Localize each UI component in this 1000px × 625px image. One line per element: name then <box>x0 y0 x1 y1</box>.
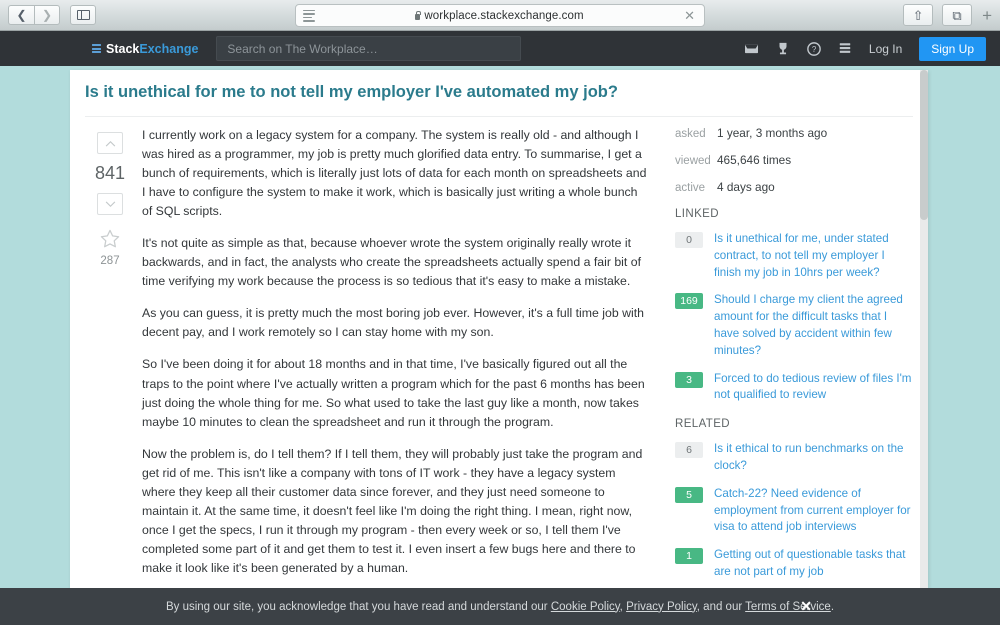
share-button[interactable]: ⇧ <box>903 4 934 26</box>
back-button[interactable]: ❮ <box>8 5 34 25</box>
list-item[interactable]: 3 Forced to do tedious review of files I… <box>675 371 913 405</box>
linked-question-link[interactable]: Should I charge my client the agreed amo… <box>714 292 913 359</box>
score-badge: 0 <box>675 232 703 248</box>
score-badge: 1 <box>675 548 703 565</box>
question-paragraph: It's not quite as simple as that, becaus… <box>142 236 641 289</box>
stat-label: active <box>675 182 706 194</box>
tabs-icon: ⧉ <box>952 7 962 23</box>
site-switcher-icon[interactable] <box>838 42 852 55</box>
linked-question-link[interactable]: Is it unethical for me, under stated con… <box>714 231 913 281</box>
cookie-sep: , and our <box>696 600 746 613</box>
sidebar-toggle-button[interactable] <box>70 5 96 25</box>
cookie-prefix: By using our site, you acknowledge that … <box>165 600 551 613</box>
trophy-icon[interactable] <box>776 42 790 56</box>
stat-label: viewed <box>675 155 711 167</box>
stat-value: 1 year, 3 months ago <box>717 126 828 140</box>
signup-button[interactable]: Sign Up <box>919 36 986 61</box>
upvote-button[interactable] <box>97 132 123 154</box>
star-outline-icon <box>100 229 120 248</box>
favorite-button[interactable] <box>100 229 120 252</box>
search-placeholder: Search on The Workplace… <box>227 41 378 56</box>
score-badge: 6 <box>675 442 703 459</box>
related-heading: RELATED <box>675 418 730 431</box>
downvote-button[interactable] <box>97 193 123 215</box>
stackexchange-logo[interactable]: Stack Exchange <box>92 42 198 56</box>
list-item[interactable]: 169 Should I charge my client the agreed… <box>675 292 913 359</box>
topbar-actions: ? Log In Sign Up <box>744 36 986 61</box>
related-question-link[interactable]: Getting out of questionable tasks that a… <box>714 547 913 581</box>
question-main: 841 287 I currently work on a legacy sys… <box>85 126 670 589</box>
chevron-down-icon <box>105 200 115 207</box>
chevron-up-icon <box>105 140 115 147</box>
score-badge: 3 <box>675 371 703 388</box>
chevron-right-icon: ❯ <box>41 8 53 22</box>
question-paragraph: I currently work on a legacy system for … <box>142 128 647 219</box>
address-bar[interactable]: workplace.stackexchange.com ✕ <box>295 4 705 27</box>
question-page: Is it unethical for me to not tell my em… <box>70 70 928 589</box>
question-paragraph: Now the problem is, do I tell them? If I… <box>142 446 643 575</box>
terms-of-service-link[interactable]: Terms of Service <box>745 601 831 613</box>
reader-view-icon[interactable] <box>303 9 315 22</box>
score-badge: 5 <box>675 486 703 503</box>
cookie-policy-link[interactable]: Cookie Policy <box>551 601 620 613</box>
search-input[interactable]: Search on The Workplace… <box>216 36 522 61</box>
title-divider <box>85 116 913 117</box>
vote-cell: 841 287 <box>85 126 135 589</box>
lock-icon <box>415 10 422 20</box>
linked-heading: LINKED <box>675 208 719 220</box>
cookie-consent-text: By using our site, you acknowledge that … <box>166 601 834 613</box>
url-text: workplace.stackexchange.com <box>315 10 684 22</box>
question-body: I currently work on a legacy system for … <box>142 126 647 589</box>
privacy-policy-link[interactable]: Privacy Policy <box>626 601 697 613</box>
stat-value: 465,646 times <box>717 153 792 167</box>
logo-text-exchange: Exchange <box>139 41 199 56</box>
inbox-icon[interactable] <box>744 42 759 55</box>
stat-viewed: viewed 465,646 times <box>675 153 913 167</box>
cookie-suffix: . <box>830 600 835 613</box>
list-item[interactable]: 6 Is it ethical to run benchmarks on the… <box>675 441 913 475</box>
list-item[interactable]: 1 Getting out of questionable tasks that… <box>675 547 913 581</box>
stat-label: asked <box>675 128 706 140</box>
share-icon: ⇧ <box>912 7 924 23</box>
sidebar-toggle-icon <box>76 10 90 20</box>
stop-loading-icon[interactable]: ✕ <box>684 9 695 22</box>
page-scrollbar[interactable] <box>920 70 928 589</box>
logo-text-stack: Stack <box>106 41 140 56</box>
page-title: Is it unethical for me to not tell my em… <box>85 83 618 101</box>
question-sidebar: asked 1 year, 3 months ago viewed 465,64… <box>675 126 913 589</box>
site-topbar: Stack Exchange Search on The Workplace… ?… <box>0 31 1000 66</box>
stat-asked: asked 1 year, 3 months ago <box>675 126 913 140</box>
cookie-consent-bar: By using our site, you acknowledge that … <box>0 588 1000 625</box>
close-icon[interactable]: ✕ <box>800 598 812 615</box>
chevron-left-icon: ❮ <box>16 8 27 22</box>
stat-value: 4 days ago <box>717 180 775 194</box>
related-question-link[interactable]: Is it ethical to run benchmarks on the c… <box>714 441 913 475</box>
new-tab-button[interactable]: + <box>982 7 992 24</box>
forward-button[interactable]: ❯ <box>34 5 60 25</box>
question-paragraph: As you can guess, it is pretty much the … <box>142 306 644 340</box>
browser-actions: ⇧ ⧉ + <box>894 4 992 26</box>
list-item[interactable]: 5 Catch-22? Need evidence of employment … <box>675 486 913 536</box>
browser-window: ❮ ❯ workplace.stackexchange.com ✕ ⇧ ⧉ + <box>0 0 1000 625</box>
stat-active: active 4 days ago <box>675 180 913 194</box>
stackexchange-logo-icon <box>92 44 101 53</box>
show-tabs-button[interactable]: ⧉ <box>942 4 973 26</box>
question-paragraph: So I've been doing it for about 18 month… <box>142 357 645 429</box>
favorite-count: 287 <box>100 255 120 267</box>
list-item[interactable]: 0 Is it unethical for me, under stated c… <box>675 231 913 281</box>
related-question-link[interactable]: Catch-22? Need evidence of employment fr… <box>714 486 913 536</box>
login-link[interactable]: Log In <box>869 42 902 56</box>
help-icon[interactable]: ? <box>807 41 821 56</box>
vote-count: 841 <box>94 163 126 183</box>
svg-text:?: ? <box>812 45 817 54</box>
browser-toolbar: ❮ ❯ workplace.stackexchange.com ✕ ⇧ ⧉ + <box>0 0 1000 31</box>
navigation-buttons: ❮ ❯ <box>8 5 60 25</box>
scrollbar-thumb[interactable] <box>920 70 928 220</box>
linked-question-link[interactable]: Forced to do tedious review of files I'm… <box>714 371 913 405</box>
score-badge: 169 <box>675 293 703 310</box>
